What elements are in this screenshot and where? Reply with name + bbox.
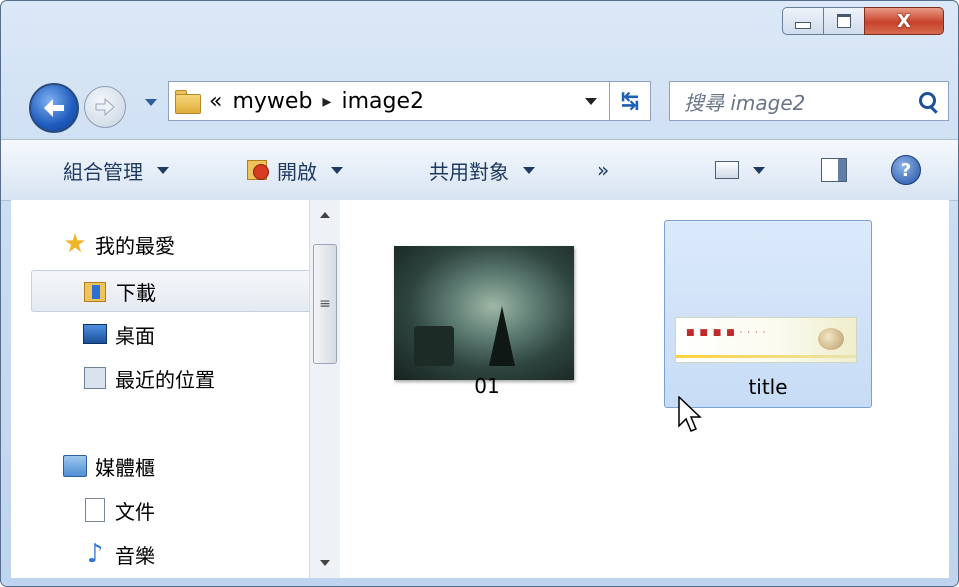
- organize-button[interactable]: 組合管理: [63, 140, 169, 200]
- scroll-up-icon[interactable]: [320, 212, 330, 218]
- scrollbar-thumb[interactable]: ≡: [313, 244, 337, 364]
- maximize-icon: [837, 14, 851, 28]
- breadcrumb-separator[interactable]: ▸: [322, 91, 331, 112]
- nav-item-recent-places[interactable]: 最近的位置: [83, 358, 215, 398]
- downloads-folder-icon: [84, 279, 108, 303]
- folder-icon: [175, 90, 201, 114]
- file-item-title[interactable]: ■ ■ ■ ■ · · · · title: [664, 220, 872, 408]
- chevron-down-icon: [331, 166, 343, 174]
- search-input[interactable]: 搜尋 image2: [684, 87, 805, 116]
- star-icon: ★: [63, 229, 87, 259]
- search-box[interactable]: 搜尋 image2: [669, 81, 949, 121]
- file-list: 01 ■ ■ ■ ■ · · · · title: [340, 200, 949, 578]
- share-button[interactable]: 共用對象: [429, 140, 535, 200]
- minimize-icon: [795, 21, 811, 29]
- nav-item-label: 音樂: [115, 543, 155, 568]
- organize-label: 組合管理: [63, 159, 143, 184]
- nav-item-label: 媒體櫃: [95, 455, 155, 480]
- nav-item-libraries[interactable]: 媒體櫃: [63, 446, 155, 486]
- caption-buttons: X: [782, 7, 944, 35]
- more-commands-label: »: [597, 158, 610, 182]
- back-arrow-icon: [44, 99, 64, 117]
- forward-button[interactable]: [84, 86, 126, 128]
- more-commands-button[interactable]: »: [597, 140, 609, 200]
- address-overflow[interactable]: «: [209, 89, 222, 114]
- back-button[interactable]: [29, 83, 79, 133]
- breadcrumb-myweb[interactable]: myweb: [232, 89, 312, 114]
- address-dropdown-icon[interactable]: [585, 98, 597, 105]
- nav-item-label: 桌面: [115, 323, 155, 348]
- refresh-button[interactable]: ↹: [609, 81, 651, 121]
- share-label: 共用對象: [429, 159, 509, 184]
- help-icon: ?: [891, 155, 921, 185]
- music-note-icon: ♪: [86, 539, 104, 569]
- chevron-down-icon: [157, 166, 169, 174]
- address-bar[interactable]: « myweb ▸ image2: [168, 81, 610, 121]
- refresh-icon: ↹: [620, 88, 640, 114]
- scroll-down-icon[interactable]: [320, 560, 330, 566]
- nav-item-label: 文件: [115, 499, 155, 524]
- chevron-down-icon: [523, 166, 535, 174]
- cursor-arrow-icon: [678, 395, 702, 432]
- help-button[interactable]: ?: [891, 140, 921, 200]
- preview-pane-button[interactable]: [821, 140, 847, 200]
- chevron-down-icon: [753, 166, 765, 174]
- image-thumbnail: ■ ■ ■ ■ · · · ·: [675, 317, 857, 363]
- nav-item-music[interactable]: ♪ 音樂: [83, 534, 155, 574]
- open-label: 開啟: [277, 159, 317, 184]
- nav-item-label: 下載: [116, 280, 156, 305]
- document-icon: [83, 498, 107, 522]
- breadcrumb-image2[interactable]: image2: [341, 89, 424, 114]
- change-view-button[interactable]: [715, 140, 765, 200]
- nav-item-documents[interactable]: 文件: [83, 490, 155, 530]
- nav-item-favorites[interactable]: ★ 我的最愛: [63, 224, 175, 264]
- file-name: 01: [474, 374, 500, 398]
- close-icon: X: [897, 10, 911, 32]
- libraries-icon: [63, 454, 87, 478]
- navigation-pane: ★ 我的最愛 下載 桌面 最近的位置 媒體櫃 文件 ♪ 音樂: [11, 200, 325, 578]
- navigation-bar: « myweb ▸ image2 ↹ 搜尋 image2: [29, 73, 949, 133]
- command-bar: 組合管理 開啟 共用對象 » ?: [1, 139, 958, 201]
- search-icon[interactable]: [919, 92, 936, 109]
- bulb-icon: [818, 328, 844, 350]
- forward-arrow-icon: [95, 98, 115, 116]
- nav-item-label: 最近的位置: [115, 367, 215, 392]
- open-button[interactable]: 開啟: [245, 140, 343, 200]
- desktop-icon: [83, 322, 107, 346]
- preview-pane-icon: [821, 158, 847, 182]
- file-item-01[interactable]: 01: [350, 220, 574, 406]
- recent-pages-dropdown-icon[interactable]: [145, 99, 157, 106]
- explorer-window: X « myweb ▸ image2 ↹ 搜尋 image2 組合管理 開啟 共…: [0, 0, 959, 587]
- close-button[interactable]: X: [864, 7, 944, 35]
- image-thumbnail: [394, 246, 574, 380]
- nav-item-downloads[interactable]: 下載: [31, 270, 325, 312]
- maximize-button[interactable]: [823, 7, 864, 35]
- nav-item-label: 我的最愛: [95, 233, 175, 258]
- navigation-pane-scrollbar[interactable]: ≡: [309, 200, 340, 578]
- open-app-icon: [245, 158, 269, 182]
- nav-item-desktop[interactable]: 桌面: [83, 314, 155, 354]
- minimize-button[interactable]: [782, 7, 823, 35]
- recent-places-icon: [83, 366, 107, 390]
- view-icon: [715, 161, 739, 179]
